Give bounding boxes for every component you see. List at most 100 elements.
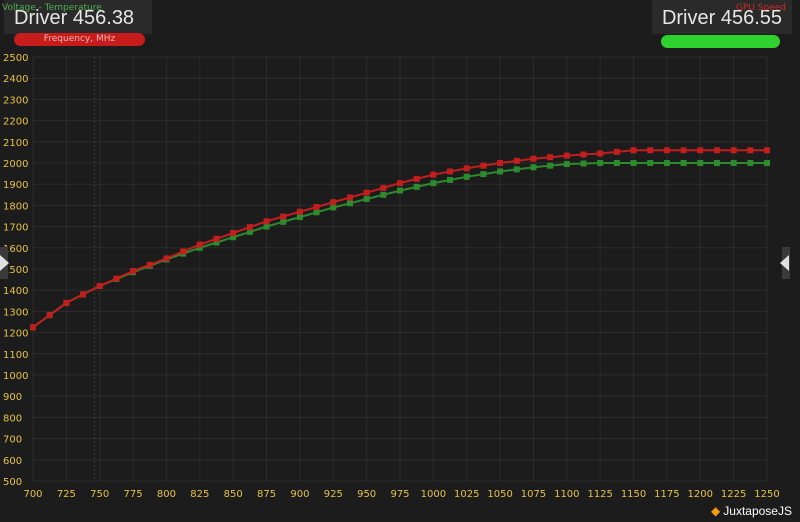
series-red-point (263, 218, 270, 225)
x-tick-label: 950 (357, 489, 376, 500)
series-green-point (513, 166, 520, 173)
slider-handle-left[interactable] (0, 247, 9, 279)
series-red-point (130, 268, 137, 275)
y-tick-label: 1100 (3, 350, 28, 361)
series-red-point (430, 171, 437, 178)
top-left-tag: Voltage - Temperature (2, 3, 102, 13)
series-green-point (330, 204, 337, 211)
x-tick-label: 1100 (554, 489, 579, 500)
series-red-point (713, 147, 720, 154)
frequency-pill: Frequency, MHz (14, 33, 145, 46)
y-tick-label: 2000 (3, 159, 28, 170)
x-tick-label: 925 (324, 489, 343, 500)
y-tick-label: 600 (3, 456, 22, 467)
y-tick-label: 1700 (3, 223, 28, 234)
series-red-point (96, 282, 103, 289)
y-tick-label: 2400 (3, 74, 28, 85)
series-green-point (430, 180, 437, 187)
series-green-point (463, 173, 470, 180)
series-red-point (547, 154, 554, 161)
series-red-point (663, 147, 670, 154)
series-green-point (413, 183, 420, 190)
series-red-point (346, 194, 353, 201)
series-green-point (346, 200, 353, 207)
x-tick-label: 1250 (754, 489, 779, 500)
series-red-point (530, 155, 537, 162)
series-green-point (380, 191, 387, 198)
series-red-point (163, 255, 170, 262)
juxtapose-watermark[interactable]: ◆ JuxtaposeJS (711, 504, 792, 518)
series-green-point (497, 168, 504, 175)
series-red-point (597, 150, 604, 157)
series-green-point (663, 160, 670, 166)
x-tick-label: 700 (23, 489, 42, 500)
x-tick-label: 1075 (521, 489, 546, 500)
series-red-point (230, 229, 237, 236)
slider-handle-right[interactable] (780, 247, 790, 279)
y-tick-label: 700 (3, 435, 22, 446)
series-red-point (563, 152, 570, 159)
series-red-point (196, 241, 203, 248)
x-tick-label: 1225 (721, 489, 746, 500)
series-green-point (730, 160, 737, 166)
series-green-point (713, 160, 720, 166)
series-red-point (397, 180, 403, 187)
x-tick-label: 850 (224, 489, 243, 500)
series-red-point (730, 147, 737, 154)
chevron-left-icon (780, 255, 789, 271)
x-tick-label: 775 (124, 489, 143, 500)
y-tick-label: 500 (3, 477, 22, 488)
series-red-point (747, 147, 754, 154)
x-tick-label: 825 (190, 489, 209, 500)
y-tick-label: 1300 (3, 307, 28, 318)
series-green-point (313, 209, 320, 216)
series-green-point (747, 160, 754, 166)
series-red-point (363, 189, 370, 196)
series-red-point (680, 147, 687, 154)
series-red-point (613, 148, 620, 155)
series-red-point (647, 147, 654, 154)
x-tick-label: 1175 (654, 489, 679, 500)
series-green-point (697, 160, 704, 166)
juxtapose-diamond-icon: ◆ (711, 504, 721, 518)
series-red-point (313, 203, 320, 210)
series-red-point (447, 168, 454, 175)
frequency-voltage-chart: 5006007008009001000110012001300140015001… (0, 0, 800, 522)
series-red-point (497, 160, 504, 166)
series-red-point (180, 248, 187, 255)
y-tick-label: 1800 (3, 201, 28, 212)
watermark-label: JuxtaposeJS (723, 504, 792, 518)
x-tick-label: 1150 (621, 489, 646, 500)
y-tick-label: 900 (3, 392, 22, 403)
y-tick-label: 2300 (3, 95, 28, 106)
x-tick-label: 725 (57, 489, 76, 500)
series-green-point (764, 160, 770, 166)
series-red-point (380, 184, 387, 191)
series-red-point (80, 291, 87, 298)
series-red-point (63, 299, 70, 306)
series-red-point (630, 147, 637, 154)
series-red-point (280, 213, 287, 220)
series-green-point (296, 214, 303, 221)
series-red-point (697, 147, 704, 154)
y-tick-label: 1200 (3, 329, 28, 340)
series-green-point (397, 187, 403, 194)
series-green-point (680, 160, 687, 166)
series-red-point (330, 199, 337, 206)
series-red-point (46, 312, 53, 319)
series-red-point (30, 324, 36, 331)
x-tick-label: 1125 (587, 489, 612, 500)
series-red-point (580, 151, 587, 158)
series-green-point (530, 164, 537, 171)
series-green-point (480, 171, 487, 178)
series-green-point (447, 176, 454, 183)
y-tick-label: 800 (3, 413, 22, 424)
series-green-point (547, 162, 554, 169)
x-tick-label: 975 (390, 489, 409, 500)
series-green-point (363, 196, 370, 203)
series-red-point (413, 175, 420, 182)
series-red-point (296, 208, 303, 215)
series-red-point (146, 261, 153, 268)
series-green-point (630, 160, 637, 166)
series-green-point (263, 223, 270, 230)
